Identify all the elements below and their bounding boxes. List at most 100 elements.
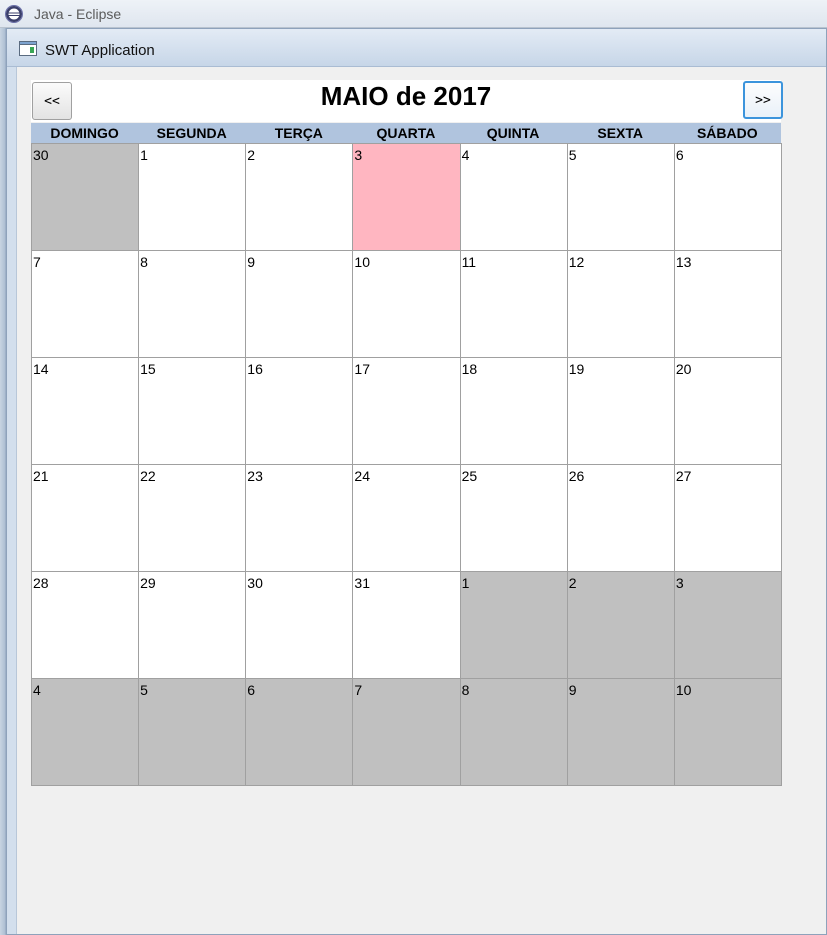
day-cell[interactable]: 30 <box>31 143 140 251</box>
day-cell[interactable]: 13 <box>673 250 782 358</box>
day-number: 30 <box>33 147 49 163</box>
day-number: 3 <box>354 147 363 163</box>
day-number: 22 <box>140 468 156 484</box>
month-title: MAIO de 2017 <box>320 81 492 111</box>
day-number: 10 <box>354 254 370 270</box>
day-number: 9 <box>568 682 577 698</box>
day-cell[interactable]: 18 <box>459 357 568 465</box>
day-cell[interactable]: 1 <box>138 143 247 251</box>
day-cell[interactable]: 23 <box>245 464 354 572</box>
day-cell[interactable]: 21 <box>31 464 140 572</box>
eclipse-icon <box>5 5 23 23</box>
day-cell[interactable]: 31 <box>352 571 461 679</box>
weekday-wednesday: QUARTA <box>376 125 436 141</box>
calendar-panel: MAIO de 2017 << >> DOMINGO SEGUNDA TERÇA… <box>18 68 826 934</box>
weekday-saturday: SÁBADO <box>696 125 758 141</box>
day-cell[interactable]: 29 <box>138 571 247 679</box>
day-cell[interactable]: 26 <box>566 464 675 572</box>
day-cell[interactable]: 11 <box>459 250 568 358</box>
eclipse-window-title: Java - Eclipse <box>34 6 122 22</box>
weekday-tuesday: TERÇA <box>274 125 323 141</box>
day-cell[interactable]: 7 <box>352 678 461 786</box>
eclipse-title-bar: Java - Eclipse <box>0 0 827 28</box>
day-number: 5 <box>568 147 577 163</box>
day-cell[interactable]: 22 <box>138 464 247 572</box>
day-cell[interactable]: 24 <box>352 464 461 572</box>
day-number: 29 <box>140 575 156 591</box>
day-cell[interactable]: 9 <box>566 678 675 786</box>
day-cell[interactable]: 5 <box>138 678 247 786</box>
day-number: 16 <box>247 361 263 377</box>
swt-window-title: SWT Application <box>45 42 155 59</box>
day-number: 1 <box>140 147 148 163</box>
day-cell[interactable]: 4 <box>31 678 140 786</box>
weekday-sunday: DOMINGO <box>50 125 119 141</box>
day-cell[interactable]: 3 <box>352 143 461 251</box>
day-number: 10 <box>675 682 692 698</box>
day-cell[interactable]: 10 <box>352 250 461 358</box>
day-cell[interactable]: 15 <box>138 357 247 465</box>
day-cell[interactable]: 30 <box>245 571 354 679</box>
swt-app-icon <box>19 41 37 56</box>
day-cell[interactable]: 17 <box>352 357 461 465</box>
day-number: 7 <box>33 254 41 270</box>
weekday-thursday: QUINTA <box>486 125 540 141</box>
weekday-header: DOMINGO SEGUNDA TERÇA QUARTA QUINTA SEXT… <box>31 123 781 143</box>
day-cell[interactable]: 19 <box>566 357 675 465</box>
day-number: 23 <box>247 468 263 484</box>
day-cell[interactable]: 3 <box>673 571 782 679</box>
day-cell[interactable]: 6 <box>673 143 782 251</box>
day-number: 26 <box>568 468 585 484</box>
swt-title-bar[interactable]: SWT Application <box>7 29 826 67</box>
day-cell[interactable]: 9 <box>245 250 354 358</box>
day-cell[interactable]: 6 <box>245 678 354 786</box>
day-cell[interactable]: 14 <box>31 357 140 465</box>
previous-month-button[interactable]: << <box>32 82 72 120</box>
swt-application-window: SWT Application MAIO de 2017 << >> DOMIN… <box>6 28 827 935</box>
day-number: 4 <box>461 147 470 163</box>
day-number: 2 <box>568 575 577 591</box>
next-month-button[interactable]: >> <box>743 81 783 119</box>
day-cell[interactable]: 20 <box>673 357 782 465</box>
day-cell[interactable]: 27 <box>673 464 782 572</box>
day-number: 15 <box>140 361 156 377</box>
day-number: 8 <box>140 254 148 270</box>
day-cell[interactable]: 12 <box>566 250 675 358</box>
day-number: 24 <box>354 468 370 484</box>
day-number: 11 <box>461 254 477 270</box>
day-number: 13 <box>675 254 692 270</box>
day-number: 28 <box>33 575 49 591</box>
day-number: 6 <box>247 682 256 698</box>
day-number: 3 <box>675 575 684 591</box>
day-number: 2 <box>247 147 256 163</box>
day-cell[interactable]: 2 <box>566 571 675 679</box>
day-number: 27 <box>675 468 692 484</box>
day-number: 31 <box>354 575 370 591</box>
day-cell[interactable]: 2 <box>245 143 354 251</box>
day-number: 19 <box>568 361 585 377</box>
weekday-monday: SEGUNDA <box>156 125 227 141</box>
day-cell[interactable]: 16 <box>245 357 354 465</box>
day-number: 21 <box>33 468 49 484</box>
month-header: MAIO de 2017 <box>31 80 781 122</box>
day-number: 5 <box>140 682 148 698</box>
day-number: 17 <box>354 361 370 377</box>
day-number: 30 <box>247 575 263 591</box>
day-cell[interactable]: 25 <box>459 464 568 572</box>
day-number: 4 <box>33 682 41 698</box>
day-cell[interactable]: 8 <box>459 678 568 786</box>
day-cell[interactable]: 5 <box>566 143 675 251</box>
day-cell[interactable]: 1 <box>459 571 568 679</box>
day-number: 7 <box>354 682 363 698</box>
day-number: 20 <box>675 361 692 377</box>
day-number: 6 <box>675 147 684 163</box>
day-cell[interactable]: 7 <box>31 250 140 358</box>
weekday-friday: SEXTA <box>597 125 643 141</box>
day-cell[interactable]: 10 <box>673 678 782 786</box>
day-number: 9 <box>247 254 256 270</box>
day-cell[interactable]: 8 <box>138 250 247 358</box>
day-cell[interactable]: 4 <box>459 143 568 251</box>
day-cell[interactable]: 28 <box>31 571 140 679</box>
day-number: 12 <box>568 254 585 270</box>
day-number: 25 <box>461 468 478 484</box>
